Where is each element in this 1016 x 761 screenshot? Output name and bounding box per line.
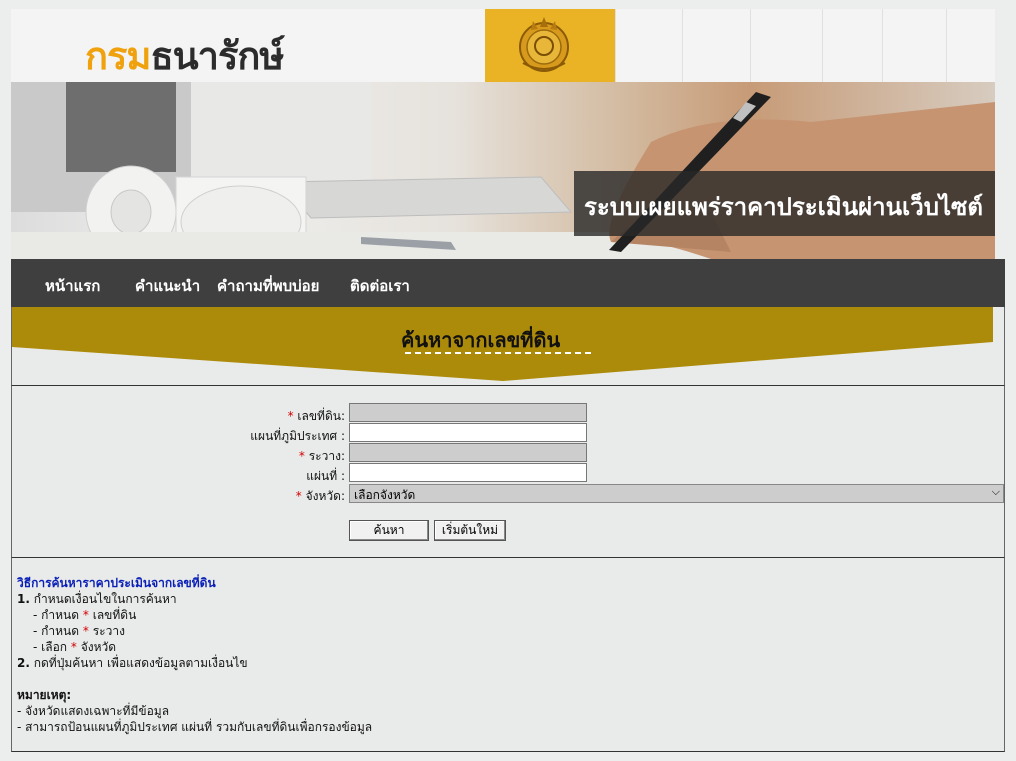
chevron-down-icon: ⌵ (991, 485, 1000, 498)
department-emblem-icon (519, 17, 569, 72)
instruction-step: 2. กดที่ปุ่มค้นหา เพื่อแสดงข้อมูลตามเงื่… (17, 656, 248, 670)
header-grid-line (750, 9, 751, 82)
instruction-substep: - กำหนด * เลขที่ดิน (33, 608, 137, 622)
header-grid-line (882, 9, 883, 82)
header-grid-line (822, 9, 823, 82)
banner-title-box: ระบบเผยแพร่ราคาประเมินผ่านเว็บไซต์ (574, 171, 995, 236)
banner-image: ระบบเผยแพร่ราคาประเมินผ่านเว็บไซต์ (11, 82, 995, 259)
instruction-step: 1. กำหนดเงื่อนไขในการค้นหา (17, 592, 177, 606)
sheet-label: แผ่นที่ : (306, 469, 345, 483)
map-label: แผนที่ภูมิประเทศ : (250, 429, 345, 443)
logo-text-part2: ธนารักษ์ (150, 36, 284, 78)
map-input[interactable] (349, 423, 587, 442)
site-logo[interactable]: กรมธนารักษ์ (85, 25, 284, 86)
sheet-input[interactable] (349, 463, 587, 482)
note-heading: หมายเหตุ: (17, 688, 72, 702)
land-no-input[interactable] (349, 403, 587, 422)
province-selected-value: เลือกจังหวัด (354, 488, 416, 502)
header-grid-line (615, 9, 616, 82)
search-form: * เลขที่ดิน: แผนที่ภูมิประเทศ : * ระวาง:… (11, 385, 1005, 558)
instructions-panel: วิธีการค้นหาราคาประเมินจากเลขที่ดิน 1. ก… (11, 558, 1005, 752)
rawang-label: * ระวาง: (298, 449, 345, 463)
logo-text-part1: กรม (85, 36, 151, 78)
search-title-section: ค้นหาจากเลขที่ดิน (11, 307, 1005, 385)
nav-item-home[interactable]: หน้าแรก (45, 274, 100, 298)
emblem-box (485, 9, 615, 82)
instructions-text: วิธีการค้นหาราคาประเมินจากเลขที่ดิน 1. ก… (17, 575, 372, 735)
required-mark: * (298, 449, 305, 463)
instruction-substep: - เลือก * จังหวัด (33, 640, 117, 654)
note-item: - จังหวัดแสดงเฉพาะที่มีข้อมูล (17, 704, 170, 718)
site-header: กรมธนารักษ์ ระบบเผยแพร่ราคาประเมินผ่านเว… (11, 9, 995, 259)
land-no-label: * เลขที่ดิน: (287, 409, 345, 423)
main-nav: หน้าแรก คำแนะนำ คำถามที่พบบ่อย ติดต่อเรา (11, 259, 1005, 307)
instructions-heading: วิธีการค้นหาราคาประเมินจากเลขที่ดิน (17, 576, 216, 590)
reset-button[interactable]: เริ่มต้นใหม่ (434, 520, 506, 541)
province-label: * จังหวัด: (295, 489, 345, 503)
rawang-input[interactable] (349, 443, 587, 462)
required-mark: * (295, 489, 302, 503)
province-select[interactable]: เลือกจังหวัด ⌵ (349, 484, 1004, 503)
instruction-substep: - กำหนด * ระวาง (33, 624, 125, 638)
nav-item-contact[interactable]: ติดต่อเรา (350, 274, 410, 298)
top-bar: กรมธนารักษ์ (11, 9, 995, 82)
required-mark: * (287, 409, 294, 423)
nav-item-guide[interactable]: คำแนะนำ (135, 274, 200, 298)
header-grid-line (682, 9, 683, 82)
banner-title: ระบบเผยแพร่ราคาประเมินผ่านเว็บไซต์ (584, 194, 983, 221)
note-item: - สามารถป้อนแผนที่ภูมิประเทศ แผ่นที่ รวม… (17, 720, 373, 734)
header-grid-line (946, 9, 947, 82)
title-underline (405, 352, 591, 354)
nav-item-faq[interactable]: คำถามที่พบบ่อย (217, 274, 319, 298)
search-button[interactable]: ค้นหา (349, 520, 429, 541)
